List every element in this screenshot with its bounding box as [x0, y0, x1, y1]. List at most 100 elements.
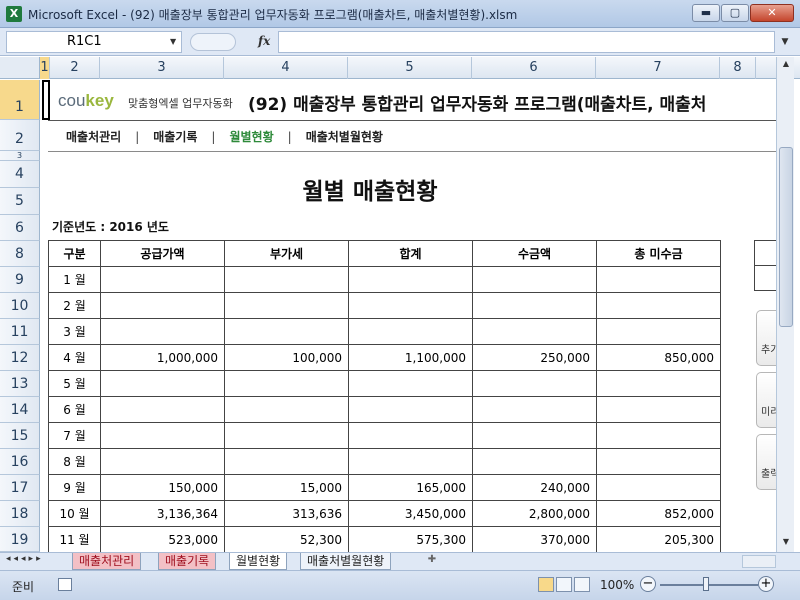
supply-amount-cell[interactable]: 3,136,364 — [100, 500, 225, 527]
row-header-5[interactable]: 5 — [0, 188, 40, 215]
column-header-3[interactable]: 3 — [100, 57, 224, 79]
month-cell[interactable]: 5 월 — [48, 370, 101, 397]
row-header-11[interactable]: 11 — [0, 319, 40, 345]
month-cell[interactable]: 6 월 — [48, 396, 101, 423]
row-header-17[interactable]: 17 — [0, 475, 40, 501]
total-cell[interactable]: 1,100,000 — [348, 344, 473, 371]
outstanding-cell[interactable] — [596, 318, 721, 345]
supply-amount-cell[interactable]: 150,000 — [100, 474, 225, 501]
column-header-1[interactable]: 1 — [40, 57, 50, 79]
collected-cell[interactable] — [472, 396, 597, 423]
minimize-button[interactable]: ▬ — [692, 4, 720, 22]
column-collected[interactable]: 수금액 — [472, 240, 597, 267]
supply-amount-cell[interactable]: 1,000,000 — [100, 344, 225, 371]
collected-cell[interactable] — [472, 292, 597, 319]
total-cell[interactable] — [348, 448, 473, 475]
vertical-scroll-thumb[interactable] — [779, 147, 793, 327]
outstanding-cell[interactable] — [596, 292, 721, 319]
total-cell[interactable] — [348, 266, 473, 293]
row-header-8[interactable]: 8 — [0, 241, 40, 267]
add-button[interactable]: 추가 — [756, 310, 776, 366]
row-header-16[interactable]: 16 — [0, 449, 40, 475]
row-header-18[interactable]: 18 — [0, 501, 40, 527]
zoom-slider-thumb[interactable] — [703, 577, 709, 591]
supply-amount-cell[interactable] — [100, 292, 225, 319]
collected-cell[interactable] — [472, 318, 597, 345]
nav-link-customer-monthly-status[interactable]: 매출처별월현황 — [306, 130, 383, 144]
nav-link-sales-records[interactable]: 매출기록 — [153, 130, 197, 144]
column-header-4[interactable]: 4 — [224, 57, 348, 79]
excel-app-icon[interactable]: X — [6, 6, 22, 22]
month-cell[interactable]: 2 월 — [48, 292, 101, 319]
month-cell[interactable]: 3 월 — [48, 318, 101, 345]
row-header-15[interactable]: 15 — [0, 423, 40, 449]
vat-cell[interactable] — [224, 396, 349, 423]
collected-cell[interactable]: 370,000 — [472, 526, 597, 553]
vat-cell[interactable] — [224, 448, 349, 475]
chevron-down-icon[interactable]: ▼ — [170, 37, 176, 46]
row-header-4[interactable]: 4 — [0, 161, 40, 188]
total-cell[interactable] — [348, 318, 473, 345]
page-layout-view-icon[interactable] — [556, 577, 572, 592]
vat-cell[interactable]: 52,300 — [224, 526, 349, 553]
row-header-1[interactable]: 1 — [0, 80, 40, 120]
sheet-tab-monthly-status[interactable]: 월별현황 — [229, 553, 288, 570]
month-cell[interactable]: 7 월 — [48, 422, 101, 449]
page-break-view-icon[interactable] — [574, 577, 590, 592]
supply-amount-cell[interactable] — [100, 422, 225, 449]
nav-link-monthly-status[interactable]: 월별현황 — [229, 130, 273, 144]
column-outstanding[interactable]: 총 미수금 — [596, 240, 721, 267]
row-header-2[interactable]: 2 — [0, 120, 40, 151]
collected-cell[interactable]: 2,800,000 — [472, 500, 597, 527]
total-cell[interactable]: 575,300 — [348, 526, 473, 553]
outstanding-cell[interactable]: 852,000 — [596, 500, 721, 527]
total-cell[interactable] — [348, 396, 473, 423]
month-cell[interactable]: 4 월 — [48, 344, 101, 371]
outstanding-cell[interactable] — [596, 422, 721, 449]
formula-input[interactable] — [278, 31, 775, 53]
outstanding-cell[interactable] — [596, 266, 721, 293]
row-header-10[interactable]: 10 — [0, 293, 40, 319]
vat-cell[interactable] — [224, 292, 349, 319]
outstanding-cell[interactable] — [596, 370, 721, 397]
expand-formula-bar-icon[interactable]: ▼ — [776, 32, 794, 52]
collected-cell[interactable] — [472, 370, 597, 397]
scroll-up-icon[interactable]: ▲ — [777, 59, 795, 68]
row-header-14[interactable]: 14 — [0, 397, 40, 423]
vat-cell[interactable] — [224, 266, 349, 293]
zoom-level[interactable]: 100% — [600, 578, 634, 592]
row-header-13[interactable]: 13 — [0, 371, 40, 397]
nav-link-customer-management[interactable]: 매출처관리 — [66, 130, 121, 144]
zoom-in-icon[interactable]: + — [758, 576, 774, 592]
column-month[interactable]: 구분 — [48, 240, 101, 267]
preview-button[interactable]: 미리 — [756, 372, 776, 428]
supply-amount-cell[interactable]: 523,000 — [100, 526, 225, 553]
sheet-tab-customer-monthly-status[interactable]: 매출처별월현황 — [300, 553, 392, 570]
print-button[interactable]: 출력 — [756, 434, 776, 490]
month-cell[interactable]: 1 월 — [48, 266, 101, 293]
column-header-5[interactable]: 5 — [348, 57, 472, 79]
column-header-2[interactable]: 2 — [50, 57, 100, 79]
row-header-9[interactable]: 9 — [0, 267, 40, 293]
total-cell[interactable]: 165,000 — [348, 474, 473, 501]
outstanding-cell[interactable] — [596, 474, 721, 501]
supply-amount-cell[interactable] — [100, 318, 225, 345]
sheet-tab-sales-records[interactable]: 매출기록 — [158, 553, 217, 570]
row-header-12[interactable]: 12 — [0, 345, 40, 371]
month-cell[interactable]: 9 월 — [48, 474, 101, 501]
total-cell[interactable] — [348, 422, 473, 449]
outstanding-cell[interactable]: 850,000 — [596, 344, 721, 371]
row-header-6[interactable]: 6 — [0, 215, 40, 241]
collected-cell[interactable] — [472, 266, 597, 293]
supply-amount-cell[interactable] — [100, 266, 225, 293]
maximize-button[interactable]: ▢ — [721, 4, 749, 22]
macro-record-icon[interactable] — [58, 578, 72, 591]
outstanding-cell[interactable] — [596, 396, 721, 423]
row-header-19[interactable]: 19 — [0, 527, 40, 552]
column-supply-amount[interactable]: 공급가액 — [100, 240, 225, 267]
row-header-3[interactable]: 3 — [0, 151, 40, 161]
month-cell[interactable]: 10 월 — [48, 500, 101, 527]
total-cell[interactable] — [348, 292, 473, 319]
vat-cell[interactable] — [224, 370, 349, 397]
scroll-down-icon[interactable]: ▼ — [777, 537, 795, 546]
